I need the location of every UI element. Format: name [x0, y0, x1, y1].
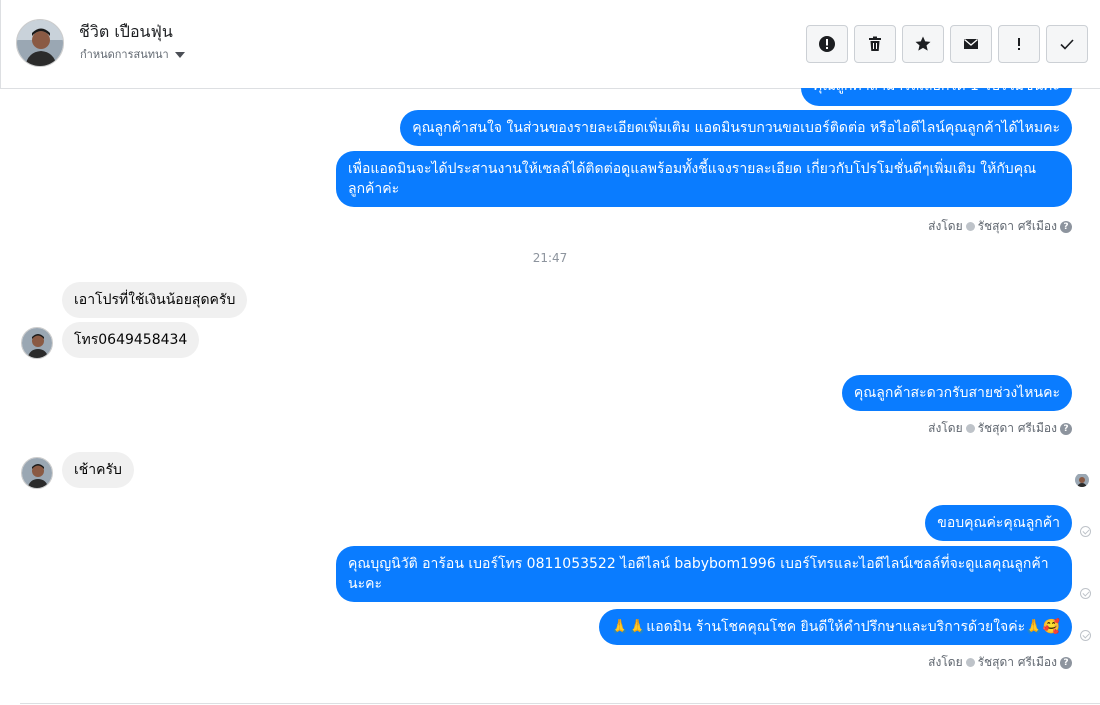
message-outgoing: 🙏🙏แอดมิน ร้านโชคคุณโชค ยินดีให้คำปรึกษาแ…	[599, 609, 1072, 645]
message-incoming: เช้าครับ	[62, 452, 134, 488]
read-receipt-avatar	[1075, 473, 1089, 487]
help-icon[interactable]: ?	[1060, 422, 1072, 435]
envelope-icon	[964, 39, 978, 49]
message-outgoing: เพื่อแอดมินจะได้ประสานงานให้เซลล์ได้ติดต…	[336, 151, 1072, 207]
message-outgoing: คุณลูกค้าสะดวกรับสายช่วงไหนคะ	[841, 375, 1072, 411]
sent-by-label: ส่งโดย	[928, 219, 963, 233]
delete-button[interactable]	[854, 25, 896, 63]
sent-by-label: ส่งโดย	[928, 655, 963, 669]
trash-icon	[869, 36, 881, 51]
contact-avatar-small[interactable]	[21, 457, 53, 489]
contact-name[interactable]: ชีวิต เปือนฟุ่น	[79, 20, 173, 45]
conversation-options-label: กำหนดการสนทนา	[80, 48, 169, 61]
follow-up-button[interactable]	[998, 25, 1040, 63]
message-incoming: โทร0649458434	[62, 322, 200, 358]
spam-button[interactable]	[806, 25, 848, 63]
help-icon[interactable]: ?	[1060, 656, 1072, 669]
alert-icon	[819, 36, 835, 52]
done-button[interactable]	[1046, 25, 1088, 63]
sent-by-info: ส่งโดย รัชสุดา ศรีเมือง ?	[928, 653, 1072, 672]
contact-avatar[interactable]	[16, 19, 64, 67]
help-icon[interactable]: ?	[1060, 220, 1072, 233]
composer-divider	[20, 703, 1100, 704]
contact-avatar-small[interactable]	[21, 327, 53, 359]
agent-name: รัชสุดา ศรีเมือง	[977, 219, 1057, 233]
star-icon	[915, 36, 931, 51]
caret-down-icon	[174, 51, 185, 58]
message-outgoing: คุณลูกค้าสนใจ ในส่วนของรายละเอียดเพิ่มเต…	[400, 110, 1072, 146]
agent-avatar-icon	[965, 658, 975, 667]
exclamation-icon	[1018, 38, 1020, 50]
action-toolbar	[806, 25, 1088, 63]
message-outgoing: ขอบคุณค่ะคุณลูกค้า	[925, 505, 1072, 541]
timestamp: 21:47	[532, 251, 568, 265]
message-outgoing: คุณบุญนิวัติ อาร้อน เบอร์โทร 0811053522 …	[336, 546, 1072, 602]
delivered-check-icon	[1080, 630, 1091, 641]
sent-by-info: ส่งโดย รัชสุดา ศรีเมือง ?	[928, 419, 1072, 438]
agent-name: รัชสุดา ศรีเมือง	[977, 421, 1057, 435]
sent-by-label: ส่งโดย	[928, 421, 963, 435]
star-button[interactable]	[902, 25, 944, 63]
mark-unread-button[interactable]	[950, 25, 992, 63]
agent-avatar-icon	[965, 424, 975, 433]
agent-name: รัชสุดา ศรีเมือง	[977, 655, 1057, 669]
delivered-check-icon	[1080, 588, 1091, 599]
message-incoming: เอาโปรที่ใช้เงินน้อยสุดครับ	[62, 282, 248, 318]
conversation-header: ชีวิต เปือนฟุ่น กำหนดการสนทนา	[0, 0, 1100, 89]
checkmark-icon	[1060, 39, 1074, 50]
agent-avatar-icon	[965, 222, 975, 231]
sent-by-info: ส่งโดย รัชสุดา ศรีเมือง ?	[928, 217, 1072, 236]
delivered-check-icon	[1080, 526, 1091, 537]
conversation-options[interactable]: กำหนดการสนทนา	[80, 45, 185, 63]
